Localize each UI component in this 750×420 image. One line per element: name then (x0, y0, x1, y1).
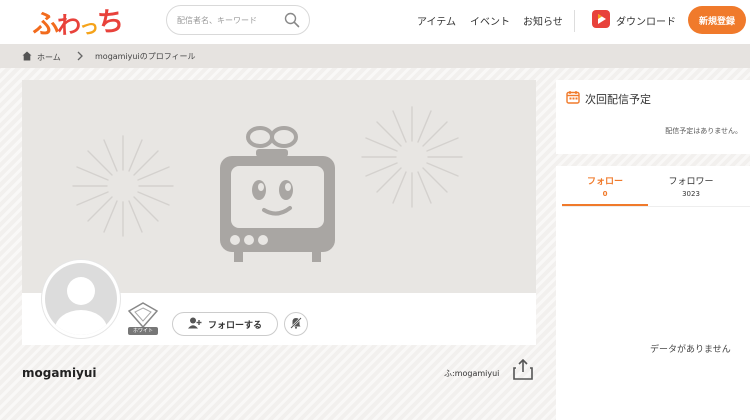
logo-char: っ (78, 14, 98, 39)
avatar (42, 260, 120, 338)
nav-divider (574, 10, 575, 32)
download-label: ダウンロード (616, 17, 676, 28)
schedule-card: 次回配信予定 配信予定はありません。 (556, 80, 750, 154)
default-avatar-icon (45, 263, 117, 335)
nav-news-link[interactable]: お知らせ (523, 13, 563, 28)
rank-badge-label: ホワイト (128, 327, 158, 335)
notification-toggle[interactable] (284, 312, 308, 336)
tv-mascot-icon (220, 126, 335, 262)
schedule-title: 次回配信予定 (566, 90, 651, 107)
fuwacchi-logo[interactable]: ふ わ っ ち (31, 2, 123, 41)
tab-following-label: フォロー (586, 177, 623, 187)
search-icon[interactable] (284, 12, 300, 32)
breadcrumb-home-label: ホーム (37, 52, 61, 62)
tab-followers-label: フォロワー (668, 177, 714, 187)
app-icon (592, 10, 610, 31)
bell-off-icon (290, 316, 302, 332)
download-link[interactable]: ダウンロード (592, 10, 676, 31)
nav-events-link[interactable]: イベント (470, 13, 510, 28)
nav-items-link[interactable]: アイテム (417, 13, 456, 28)
breadcrumb-home[interactable]: ホーム (22, 51, 61, 63)
breadcrumb: ホーム mogamiyuiのプロフィール (0, 44, 750, 68)
calendar-icon (566, 90, 580, 107)
logo-char: ち (96, 6, 123, 39)
follow-panel: フォロー 0 フォロワー 3023 データがありません (556, 166, 750, 420)
rank-badge: ホワイト (127, 302, 159, 336)
breadcrumb-current: mogamiyuiのプロフィール (95, 52, 196, 61)
tabs-divider (562, 206, 750, 207)
tab-followers-count: 3023 (682, 190, 700, 198)
profile-user-id: ふ:mogamiyui (444, 369, 500, 378)
logo-char: わ (56, 10, 80, 40)
follow-button-label: フォローする (207, 320, 262, 331)
schedule-title-label: 次回配信予定 (585, 92, 651, 106)
tab-followers[interactable]: フォロワー 3023 (648, 166, 734, 206)
profile-username: mogamiyui (22, 366, 97, 380)
cover-illustration (72, 106, 463, 262)
tab-following[interactable]: フォロー 0 (562, 166, 648, 206)
logo-char: ふ (31, 8, 58, 41)
search-box (166, 5, 310, 35)
signup-button[interactable]: 新規登録 (688, 6, 746, 34)
site-header: ふ わ っ ち アイテム イベント お知らせ ダウンロード 新規登録 (0, 0, 750, 44)
firework-right-icon (361, 106, 463, 208)
diamond-icon (127, 302, 159, 329)
firework-left-icon (72, 135, 174, 237)
add-user-icon (187, 317, 202, 332)
search-input[interactable] (177, 15, 281, 25)
chevron-right-icon (76, 50, 84, 64)
schedule-empty-text: 配信予定はありません。 (665, 127, 742, 135)
follow-empty-text: データがありません (650, 345, 731, 355)
share-icon[interactable] (512, 358, 534, 385)
home-icon (22, 51, 32, 63)
profile-cover (22, 80, 536, 293)
follow-button[interactable]: フォローする (172, 312, 278, 336)
tab-following-count: 0 (602, 190, 608, 198)
